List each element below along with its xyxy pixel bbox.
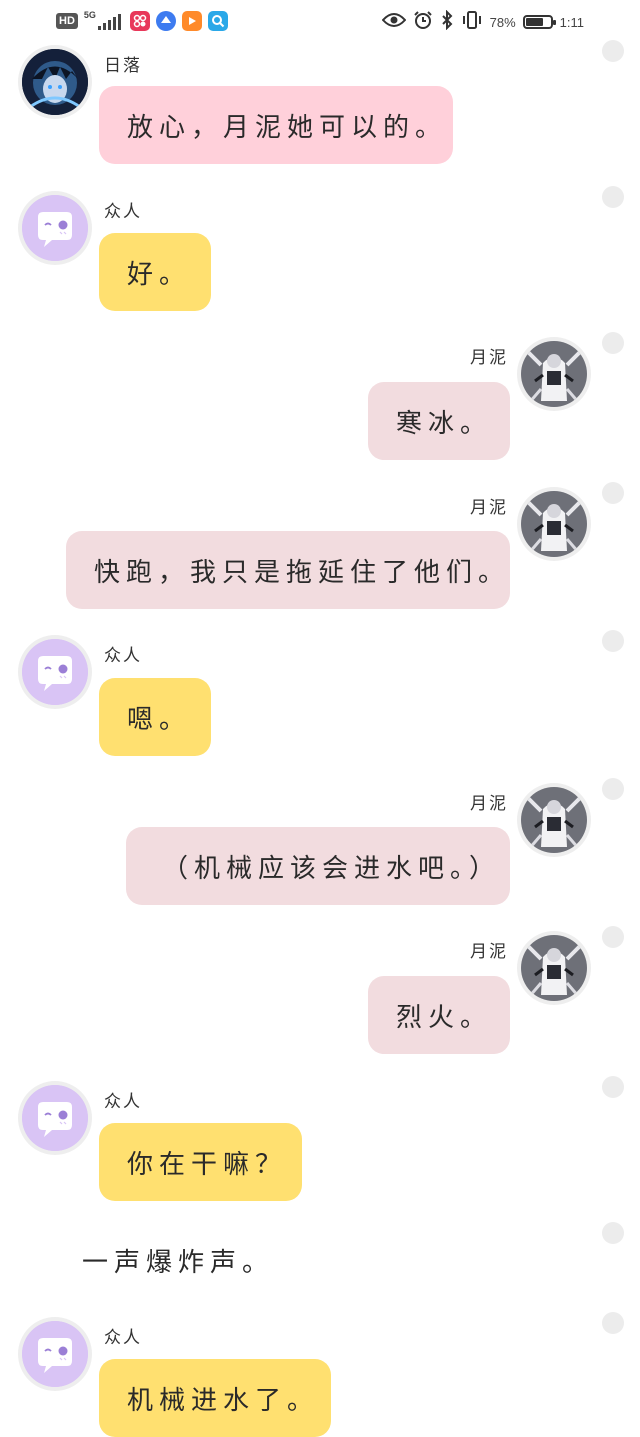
select-dot[interactable] bbox=[602, 778, 624, 800]
app-icon-video bbox=[129, 11, 150, 31]
avatar-group[interactable] bbox=[22, 639, 88, 705]
message-bubble[interactable]: 你在干嘛？ bbox=[99, 1123, 302, 1201]
message-bubble[interactable]: 放心，月泥她可以的。 bbox=[99, 86, 453, 164]
mech-figure-avatar-icon bbox=[521, 935, 587, 1001]
speaker-name: 日落 bbox=[104, 56, 142, 76]
speaker-name: 月泥 bbox=[470, 942, 508, 962]
app-icon-search bbox=[207, 11, 228, 31]
select-dot[interactable] bbox=[602, 1076, 624, 1098]
chat-bubble-face-icon bbox=[22, 1085, 88, 1151]
vibrate-icon bbox=[461, 10, 483, 34]
message-bubble[interactable]: （机械应该会进水吧。） bbox=[126, 827, 510, 905]
select-dot[interactable] bbox=[602, 482, 624, 504]
hd-icon: HD bbox=[56, 13, 78, 29]
select-dot[interactable] bbox=[602, 630, 624, 652]
message-bubble[interactable]: 烈火。 bbox=[368, 976, 510, 1054]
select-dot[interactable] bbox=[602, 926, 624, 948]
status-bar: HD 5G 78% 1:11 bbox=[0, 0, 640, 44]
mech-figure-avatar-icon bbox=[521, 787, 587, 853]
speaker-name: 月泥 bbox=[470, 498, 508, 518]
clock: 1:11 bbox=[559, 14, 584, 30]
app-icon-browser bbox=[155, 11, 176, 31]
message-bubble[interactable]: 嗯。 bbox=[99, 678, 211, 756]
network-label: 5G bbox=[83, 10, 96, 20]
chat-bubble-face-icon bbox=[22, 195, 88, 261]
message-bubble[interactable]: 寒冰。 bbox=[368, 382, 510, 460]
message-bubble[interactable]: 好。 bbox=[99, 233, 211, 311]
avatar-yueni[interactable] bbox=[521, 491, 587, 557]
select-dot[interactable] bbox=[602, 1312, 624, 1334]
avatar-riluo[interactable] bbox=[22, 49, 88, 115]
select-dot[interactable] bbox=[602, 1222, 624, 1244]
eye-icon bbox=[381, 12, 406, 32]
speaker-name: 月泥 bbox=[470, 348, 508, 368]
speaker-name: 月泥 bbox=[470, 794, 508, 814]
mech-figure-avatar-icon bbox=[521, 491, 587, 557]
select-dot[interactable] bbox=[602, 186, 624, 208]
select-dot[interactable] bbox=[602, 332, 624, 354]
mech-figure-avatar-icon bbox=[521, 341, 587, 407]
speaker-name: 众人 bbox=[104, 1092, 142, 1112]
app-icon-player bbox=[181, 11, 202, 31]
narration-text: 一声爆炸声。 bbox=[82, 1248, 275, 1278]
speaker-name: 众人 bbox=[104, 646, 142, 666]
status-right: 78% 1:11 bbox=[381, 9, 584, 34]
battery-icon bbox=[522, 15, 556, 29]
avatar-group[interactable] bbox=[22, 195, 88, 261]
avatar-group[interactable] bbox=[22, 1085, 88, 1151]
status-left: HD 5G bbox=[56, 10, 228, 32]
avatar-yueni[interactable] bbox=[521, 787, 587, 853]
chat-bubble-face-icon bbox=[22, 1321, 88, 1387]
message-bubble[interactable]: 机械进水了。 bbox=[99, 1359, 331, 1437]
avatar-group[interactable] bbox=[22, 1321, 88, 1387]
select-dot[interactable] bbox=[602, 40, 624, 62]
signal-icon: 5G bbox=[84, 10, 124, 32]
chat-bubble-face-icon bbox=[22, 639, 88, 705]
avatar-yueni[interactable] bbox=[521, 341, 587, 407]
alarm-icon bbox=[413, 10, 433, 34]
battery-percentage: 78% bbox=[489, 14, 516, 30]
avatar-yueni[interactable] bbox=[521, 935, 587, 1001]
message-bubble[interactable]: 快跑，我只是拖延住了他们。 bbox=[66, 531, 510, 609]
anime-boy-avatar-icon bbox=[22, 49, 88, 115]
speaker-name: 众人 bbox=[104, 1328, 142, 1348]
bluetooth-icon bbox=[440, 9, 454, 34]
speaker-name: 众人 bbox=[104, 202, 142, 222]
